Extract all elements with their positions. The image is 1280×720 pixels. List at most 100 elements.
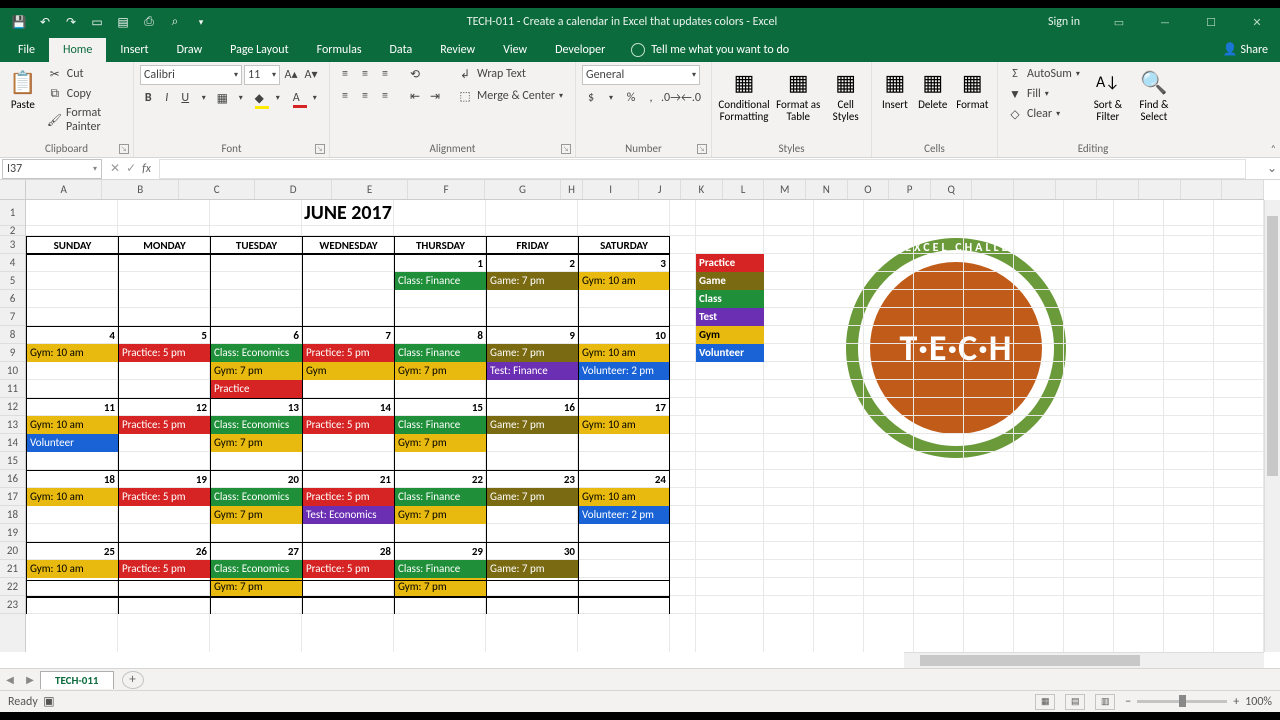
cell[interactable] xyxy=(26,254,118,272)
page-layout-view-icon[interactable]: ▤ xyxy=(1065,694,1085,710)
cell[interactable]: Class: Finance xyxy=(394,344,486,362)
row-head[interactable]: 21 xyxy=(0,560,25,578)
row-head[interactable]: 2 xyxy=(0,226,25,236)
cell[interactable] xyxy=(118,506,210,524)
enter-formula-icon[interactable]: ✓ xyxy=(126,161,136,176)
cell[interactable]: Gym: 7 pm xyxy=(394,506,486,524)
align-center-icon[interactable]: ≡ xyxy=(356,87,374,105)
cell[interactable]: Test: Finance xyxy=(486,362,578,380)
row-head[interactable]: 17 xyxy=(0,488,25,506)
cell[interactable] xyxy=(302,290,394,308)
cell[interactable]: 30 xyxy=(486,542,578,560)
cell[interactable] xyxy=(486,434,578,452)
align-middle-icon[interactable]: ≡ xyxy=(356,65,374,83)
cell[interactable]: Test: Economics xyxy=(302,506,394,524)
row-head[interactable]: 3 xyxy=(0,236,25,254)
row-head[interactable]: 1 xyxy=(0,200,25,226)
cell[interactable] xyxy=(210,524,302,542)
cell[interactable] xyxy=(118,308,210,326)
tab-page-layout[interactable]: Page Layout xyxy=(216,38,302,62)
row-head[interactable]: 15 xyxy=(0,452,25,470)
cell[interactable] xyxy=(118,290,210,308)
cell[interactable]: 8 xyxy=(394,326,486,344)
preview-icon[interactable]: ⌕ xyxy=(164,11,186,33)
row-head[interactable]: 14 xyxy=(0,434,25,452)
page-break-view-icon[interactable]: ▥ xyxy=(1095,694,1115,710)
cell[interactable]: 13 xyxy=(210,398,302,416)
clear-button[interactable]: ◇Clear ▾ xyxy=(1004,105,1083,123)
row-head[interactable]: 13 xyxy=(0,416,25,434)
row-head[interactable]: 7 xyxy=(0,308,25,326)
sign-in-link[interactable]: Sign in xyxy=(1032,15,1096,29)
cell[interactable]: Class: Economics xyxy=(210,488,302,506)
cell[interactable]: 7 xyxy=(302,326,394,344)
name-box[interactable]: I37▾ xyxy=(2,159,102,179)
cell[interactable] xyxy=(26,578,118,581)
col-head[interactable]: J xyxy=(639,180,681,199)
row-head[interactable]: 8 xyxy=(0,326,25,344)
cell[interactable] xyxy=(118,524,210,542)
cell[interactable]: MONDAY xyxy=(118,236,210,254)
cell[interactable]: THURSDAY xyxy=(394,236,486,254)
align-bottom-icon[interactable]: ≡ xyxy=(376,65,394,83)
cell[interactable]: 21 xyxy=(302,470,394,488)
col-head[interactable]: B xyxy=(102,180,178,199)
cell[interactable] xyxy=(26,506,118,524)
comma-icon[interactable]: , xyxy=(642,89,660,107)
cell[interactable]: 4 xyxy=(26,326,118,344)
zoom-level[interactable]: 100% xyxy=(1245,695,1272,709)
col-head[interactable]: L xyxy=(723,180,765,199)
cell[interactable] xyxy=(302,380,394,398)
cell[interactable] xyxy=(578,380,670,398)
cell[interactable] xyxy=(394,596,486,614)
row-head[interactable]: 20 xyxy=(0,542,25,560)
autosum-button[interactable]: ΣAutoSum ▾ xyxy=(1004,65,1083,83)
cell[interactable]: Class: Finance xyxy=(394,488,486,506)
row-head[interactable]: 4 xyxy=(0,254,25,272)
cell[interactable]: TUESDAY xyxy=(210,236,302,254)
zoom-out-icon[interactable]: − xyxy=(1125,695,1131,709)
cell[interactable]: WEDNESDAY xyxy=(302,236,394,254)
cell[interactable] xyxy=(578,596,670,614)
cell[interactable]: Practice: 5 pm xyxy=(302,344,394,362)
macro-record-icon[interactable]: ▣ xyxy=(43,695,54,709)
col-head[interactable]: A xyxy=(26,180,102,199)
cell[interactable]: 11 xyxy=(26,398,118,416)
row-head[interactable]: 5 xyxy=(0,272,25,290)
share-button[interactable]: 👤 Share xyxy=(1211,37,1280,62)
cell[interactable] xyxy=(486,452,578,470)
tab-view[interactable]: View xyxy=(489,38,541,62)
underline-button[interactable]: U xyxy=(177,89,194,107)
undo-icon[interactable]: ↶ xyxy=(34,11,56,33)
tab-nav-prev-icon[interactable]: ◀ xyxy=(0,673,20,686)
cell[interactable] xyxy=(486,596,578,614)
sheet-tab[interactable]: TECH-011 xyxy=(40,671,114,689)
cell[interactable]: Practice: 5 pm xyxy=(118,488,210,506)
cell[interactable] xyxy=(394,380,486,398)
cell[interactable] xyxy=(302,452,394,470)
font-color-button[interactable]: A xyxy=(288,89,305,107)
cell[interactable]: 10 xyxy=(578,326,670,344)
copy-button[interactable]: ⧉Copy xyxy=(44,85,127,103)
cell[interactable] xyxy=(486,290,578,308)
cell[interactable] xyxy=(118,380,210,398)
maximize-icon[interactable]: ☐ xyxy=(1188,8,1234,36)
close-icon[interactable]: ✕ xyxy=(1234,8,1280,36)
cell[interactable] xyxy=(302,578,394,581)
cell[interactable] xyxy=(302,434,394,452)
cell[interactable]: 16 xyxy=(486,398,578,416)
cell[interactable]: 22 xyxy=(394,470,486,488)
cell[interactable] xyxy=(210,578,302,581)
cell[interactable]: Volunteer: 2 pm xyxy=(578,506,670,524)
row-head[interactable]: 12 xyxy=(0,398,25,416)
tab-formulas[interactable]: Formulas xyxy=(303,38,376,62)
align-left-icon[interactable]: ≡ xyxy=(336,87,354,105)
cell[interactable]: 14 xyxy=(302,398,394,416)
cell[interactable]: Practice: 5 pm xyxy=(302,560,394,578)
col-head[interactable]: F xyxy=(408,180,484,199)
cell[interactable] xyxy=(210,596,302,614)
cell[interactable]: Gym: 10 am xyxy=(26,416,118,434)
grow-font-icon[interactable]: A▴ xyxy=(282,65,300,83)
cell[interactable]: 29 xyxy=(394,542,486,560)
cell[interactable]: Class xyxy=(696,290,764,308)
